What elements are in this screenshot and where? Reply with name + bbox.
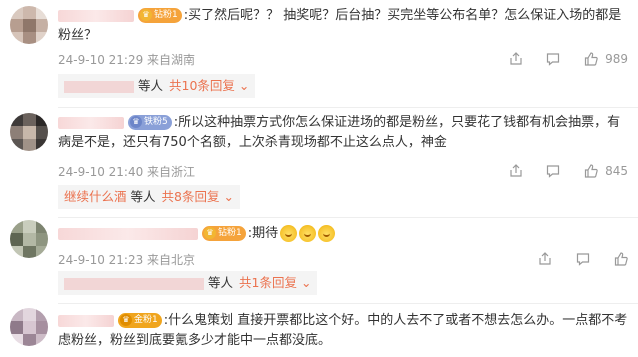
comment-text: ♛ 钻粉1:期待 xyxy=(58,224,628,244)
emoji-icon xyxy=(280,225,298,242)
comment-item: ♛ 钻粉1:买了然后呢？？ 抽奖呢？后台抽？买完坐等公布名单？怎么保证入场的都是粉… xyxy=(0,0,638,108)
comment-icon[interactable] xyxy=(546,52,560,66)
avatar[interactable] xyxy=(10,6,48,44)
divider xyxy=(58,303,638,304)
comment-icon[interactable] xyxy=(546,164,560,178)
comment-meta: 24-9-10 21:40 来自浙江 xyxy=(58,165,196,179)
comment-item: ♛ 铁粉5:所以这种抽票方式你怎么保证进场的都是粉丝，只要花了钱都有机会抽票，有病… xyxy=(0,110,638,218)
username[interactable] xyxy=(58,9,134,22)
share-icon[interactable] xyxy=(538,251,552,266)
comment-icon[interactable] xyxy=(576,252,590,266)
username[interactable] xyxy=(58,227,198,240)
comment-actions: 989 xyxy=(489,51,628,66)
reply-prefix: 等人 xyxy=(138,78,164,93)
crown-icon: ♛ xyxy=(204,227,216,239)
chevron-down-icon: ⌄ xyxy=(300,275,312,290)
like-count: 845 xyxy=(605,163,628,178)
like-icon[interactable] xyxy=(584,51,599,66)
comment-actions xyxy=(518,251,628,266)
comment-meta: 24-9-10 21:23 来自北京 xyxy=(58,253,196,267)
comment-meta: 24-9-10 21:29 来自湖南 xyxy=(58,53,196,67)
comment-item: ♛ 金粉1:什么鬼策划 直接开票都比这个好。中的人去不了或者不想去怎么办。一点都不… xyxy=(0,308,638,357)
divider xyxy=(58,107,638,108)
like-count: 989 xyxy=(605,51,628,66)
reply-username[interactable] xyxy=(64,277,204,290)
comment-text: ♛ 铁粉5:所以这种抽票方式你怎么保证进场的都是粉丝，只要花了钱都有机会抽票，有病… xyxy=(58,115,621,150)
view-replies-link[interactable]: 共1条回复 ⌄ xyxy=(239,275,311,290)
crown-icon: ♛ xyxy=(130,116,142,128)
reply-summary[interactable]: 等人 共10条回复 ⌄ xyxy=(58,74,256,98)
reply-username[interactable] xyxy=(64,80,134,93)
chevron-down-icon: ⌄ xyxy=(238,78,250,93)
like-icon[interactable] xyxy=(584,163,599,178)
fan-badge: ♛ 铁粉5 xyxy=(128,115,172,130)
reply-prefix: 等人 xyxy=(130,189,156,204)
fan-badge: ♛ 钻粉1 xyxy=(202,226,246,241)
username[interactable] xyxy=(58,116,124,129)
crown-icon: ♛ xyxy=(140,9,152,21)
like-icon[interactable] xyxy=(614,251,628,266)
divider xyxy=(58,217,638,218)
emoji-icon xyxy=(318,225,336,242)
comment-text: ♛ 钻粉1:买了然后呢？？ 抽奖呢？后台抽？买完坐等公布名单？怎么保证入场的都是粉… xyxy=(58,8,622,43)
view-replies-link[interactable]: 共10条回复 ⌄ xyxy=(169,78,249,93)
avatar[interactable] xyxy=(10,220,48,258)
fan-badge: ♛ 金粉1 xyxy=(118,313,162,328)
avatar[interactable] xyxy=(10,308,48,346)
share-icon[interactable] xyxy=(509,163,523,178)
emoji-icon xyxy=(299,225,317,242)
view-replies-link[interactable]: 共8条回复 ⌄ xyxy=(162,189,234,204)
fan-badge: ♛ 钻粉1 xyxy=(138,8,182,23)
reply-prefix: 等人 xyxy=(208,275,234,290)
comment-actions: 845 xyxy=(489,163,628,178)
share-icon[interactable] xyxy=(509,51,523,66)
reply-summary[interactable]: 等人 共1条回复 ⌄ xyxy=(58,271,318,295)
crown-icon: ♛ xyxy=(120,314,132,326)
chevron-down-icon: ⌄ xyxy=(223,189,234,204)
avatar[interactable] xyxy=(10,113,48,151)
reply-summary[interactable]: 继续什么酒 等人 共8条回复 ⌄ xyxy=(58,185,240,209)
username[interactable] xyxy=(58,314,114,327)
comment-item: ♛ 钻粉1:期待 24-9-10 21:23 来自北京 等人 共1条回复 ⌄ xyxy=(0,220,638,304)
comment-text: ♛ 金粉1:什么鬼策划 直接开票都比这个好。中的人去不了或者不想去怎么办。一点都不… xyxy=(58,313,628,348)
reply-username[interactable]: 继续什么酒 xyxy=(64,189,127,204)
